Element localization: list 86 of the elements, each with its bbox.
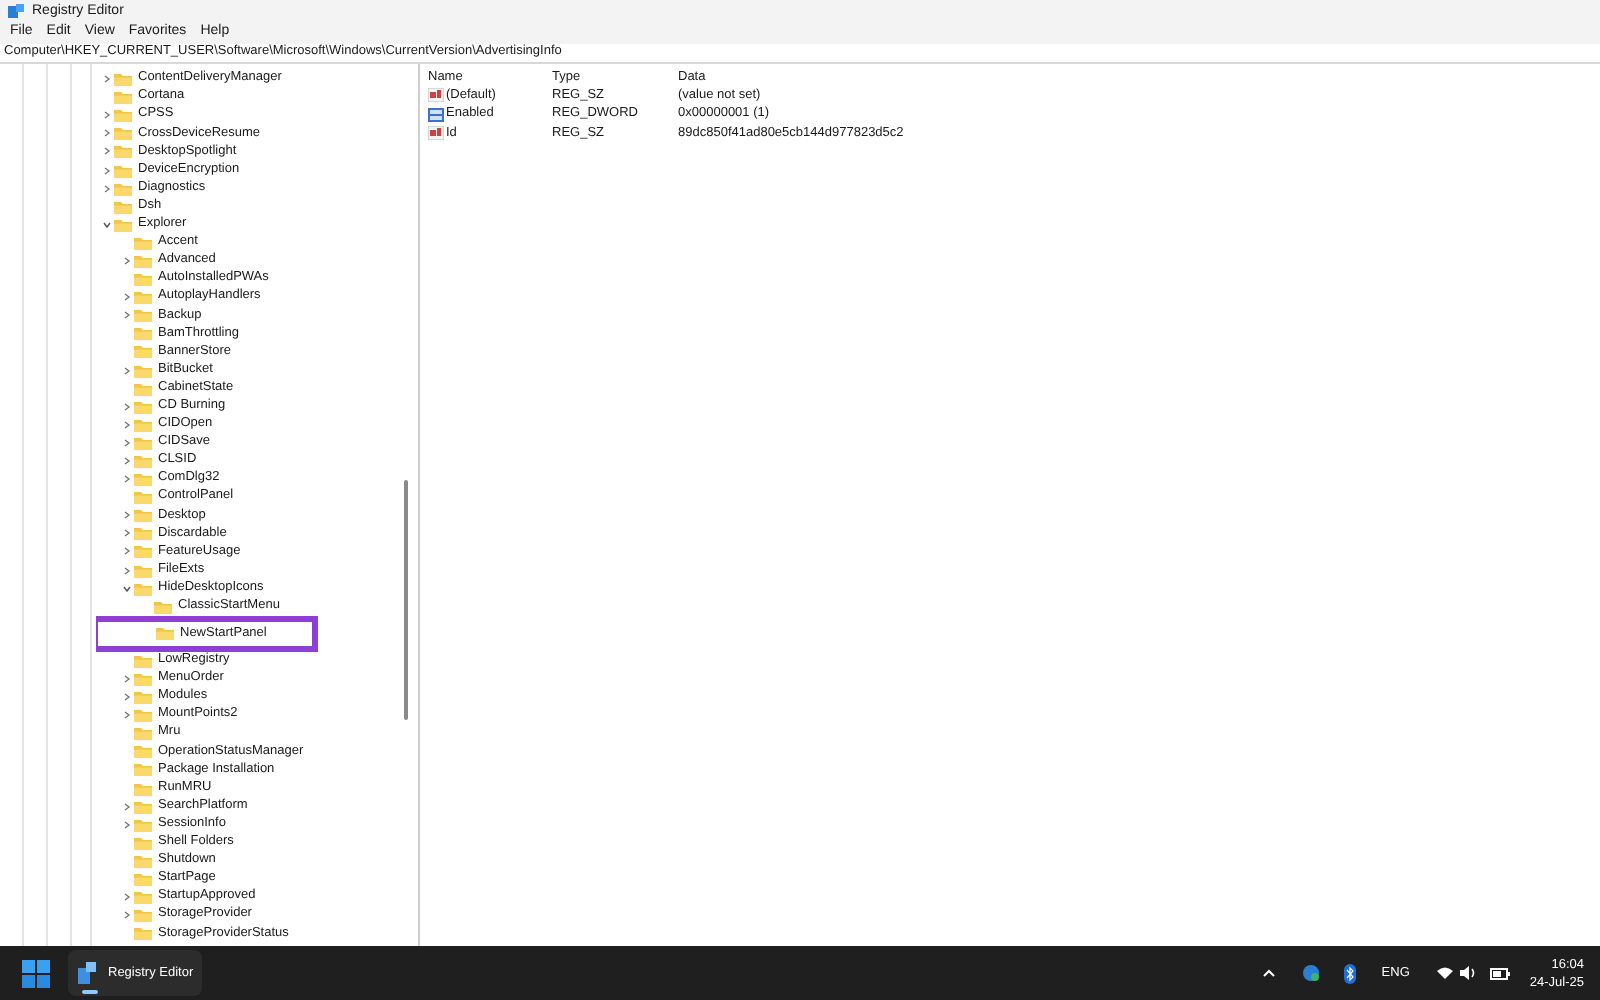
folder-icon xyxy=(114,126,132,141)
folder-icon xyxy=(134,653,152,668)
chevron-right-icon[interactable] xyxy=(122,255,132,266)
folder-icon xyxy=(134,853,152,868)
folder-icon xyxy=(134,308,152,323)
wifi-icon[interactable] xyxy=(1435,966,1454,980)
chevron-right-icon[interactable] xyxy=(122,692,132,703)
chevron-right-icon[interactable] xyxy=(122,673,132,684)
chevron-right-icon[interactable] xyxy=(122,365,132,376)
folder-icon xyxy=(134,253,152,268)
speaker-icon[interactable] xyxy=(1459,966,1476,980)
folder-icon xyxy=(134,435,152,450)
chevron-right-icon[interactable] xyxy=(122,892,132,903)
chevron-up-icon[interactable] xyxy=(1261,968,1276,978)
chevron-right-icon[interactable] xyxy=(122,510,132,521)
folder-icon xyxy=(134,563,152,578)
chevron-right-icon[interactable] xyxy=(122,292,132,303)
folder-icon xyxy=(114,108,132,123)
string-value-icon xyxy=(428,126,444,141)
chevron-right-icon[interactable] xyxy=(122,528,132,539)
chevron-down-icon[interactable] xyxy=(122,583,132,594)
folder-icon xyxy=(134,781,152,796)
folder-icon xyxy=(134,835,152,850)
folder-icon xyxy=(134,544,152,559)
folder-icon xyxy=(114,90,132,105)
chevron-right-icon[interactable] xyxy=(102,74,112,85)
folder-icon xyxy=(134,290,152,305)
folder-icon xyxy=(134,235,152,250)
folder-icon xyxy=(134,399,152,414)
chevron-down-icon[interactable] xyxy=(102,219,112,230)
folder-icon xyxy=(134,581,152,596)
chevron-right-icon[interactable] xyxy=(102,165,112,176)
string-value-icon xyxy=(428,88,444,103)
folder-icon xyxy=(134,890,152,905)
folder-icon xyxy=(134,690,152,705)
folder-icon xyxy=(134,454,152,469)
chevron-right-icon[interactable] xyxy=(122,456,132,467)
chevron-right-icon[interactable] xyxy=(122,310,132,321)
folder-icon xyxy=(134,526,152,541)
folder-icon xyxy=(134,326,152,341)
folder-icon xyxy=(134,817,152,832)
chevron-right-icon[interactable] xyxy=(102,183,112,194)
binary-value-icon xyxy=(428,107,444,122)
chevron-right-icon[interactable] xyxy=(122,910,132,921)
chevron-right-icon[interactable] xyxy=(122,474,132,485)
chevron-right-icon[interactable] xyxy=(122,565,132,576)
folder-icon xyxy=(134,381,152,396)
folder-icon xyxy=(134,871,152,886)
folder-icon xyxy=(114,163,132,178)
chevron-right-icon[interactable] xyxy=(102,146,112,157)
folder-icon xyxy=(134,799,152,814)
folder-icon xyxy=(114,199,132,214)
bluetooth-icon[interactable] xyxy=(1343,963,1356,983)
chevron-right-icon[interactable] xyxy=(122,819,132,830)
battery-icon[interactable] xyxy=(1489,967,1510,979)
folder-icon xyxy=(134,472,152,487)
chevron-right-icon[interactable] xyxy=(122,710,132,721)
folder-icon xyxy=(114,217,132,232)
chevron-right-icon[interactable] xyxy=(122,401,132,412)
folder-icon xyxy=(134,726,152,741)
folder-icon xyxy=(134,926,152,941)
chevron-right-icon[interactable] xyxy=(102,128,112,139)
start-icon[interactable] xyxy=(22,959,50,987)
chevron-right-icon[interactable] xyxy=(122,419,132,430)
folder-icon xyxy=(134,490,152,505)
folder-icon xyxy=(134,272,152,287)
scrollbar[interactable] xyxy=(404,480,408,720)
folder-icon xyxy=(156,626,174,641)
folder-icon xyxy=(114,144,132,159)
chevron-right-icon[interactable] xyxy=(122,437,132,448)
folder-icon xyxy=(134,908,152,923)
folder-icon xyxy=(114,181,132,196)
folder-icon xyxy=(134,708,152,723)
chevron-right-icon[interactable] xyxy=(102,110,112,121)
folder-icon xyxy=(134,762,152,777)
folder-icon xyxy=(134,344,152,359)
folder-icon xyxy=(114,72,132,87)
folder-icon xyxy=(134,417,152,432)
folder-icon xyxy=(134,744,152,759)
app-icon xyxy=(8,3,24,19)
chevron-right-icon[interactable] xyxy=(122,546,132,557)
folder-icon xyxy=(134,363,152,378)
folder-icon xyxy=(134,508,152,523)
chevron-right-icon[interactable] xyxy=(122,801,132,812)
folder-icon xyxy=(134,671,152,686)
folder-icon xyxy=(154,599,172,614)
